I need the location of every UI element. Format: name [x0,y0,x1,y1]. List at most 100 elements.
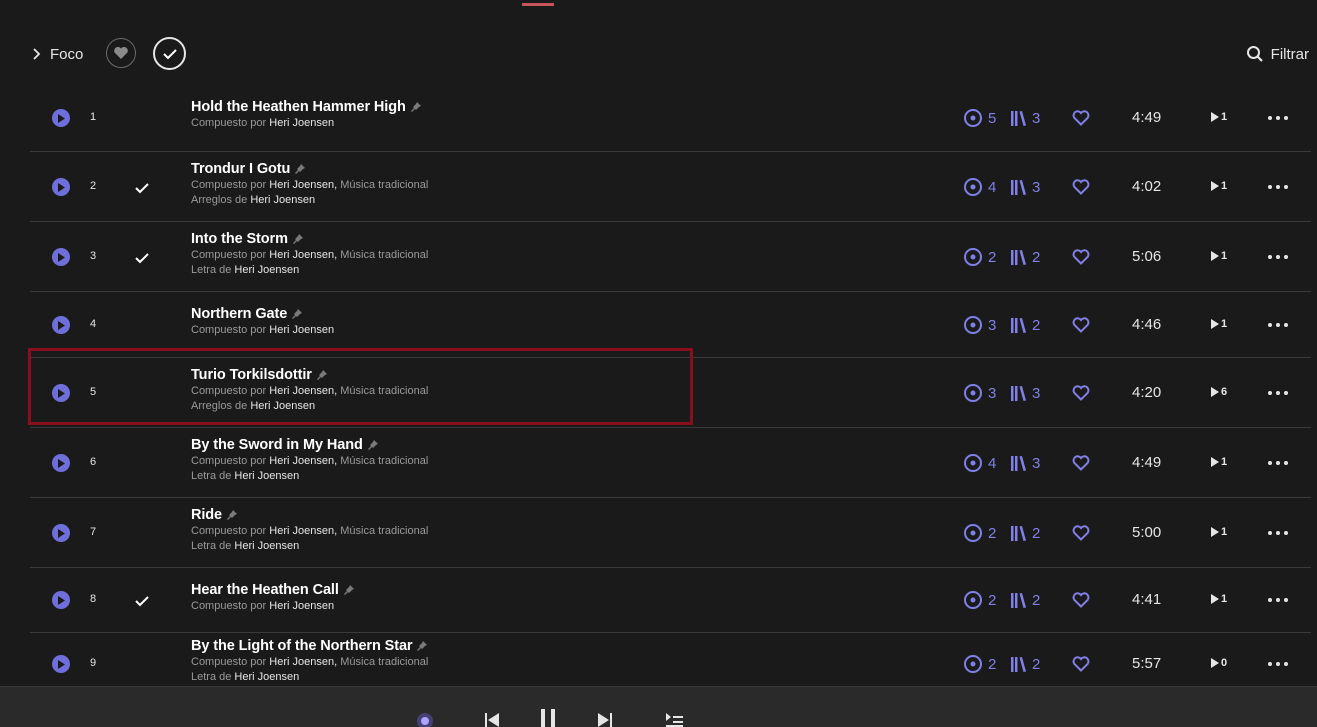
favorite-button[interactable] [1072,524,1090,542]
credit-person[interactable]: Música tradicional [340,525,428,537]
track-row[interactable]: 8 Hear the Heathen Call Compuesto por Heri… [30,568,1311,633]
favorite-button[interactable] [1072,655,1090,673]
more-options-button[interactable] [1268,453,1288,473]
albums-count[interactable]: 2 [1010,655,1040,673]
albums-count[interactable]: 3 [1010,384,1040,402]
favorite-button[interactable] [1072,248,1090,266]
credit-person[interactable]: Música tradicional [340,249,428,261]
track-row[interactable]: 6 By the Sword in My Hand Compuesto por He… [30,428,1311,498]
track-info: By the Light of the Northern Star Compues… [191,637,428,685]
track-title[interactable]: Trondur I Gotu [191,161,290,177]
favorites-filter-button[interactable] [106,38,136,68]
track-row[interactable]: 5 Turio Torkilsdottir Compuesto por Heri J… [30,358,1311,428]
listens-count-value: 3 [988,316,997,334]
credit-person[interactable]: Heri Joensen [269,385,334,397]
credit-person[interactable]: Heri Joensen [269,656,334,668]
favorite-button[interactable] [1072,591,1090,609]
more-options-button[interactable] [1268,177,1288,197]
favorite-button[interactable] [1072,178,1090,196]
credit-person[interactable]: Heri Joensen [250,400,315,412]
track-number: 7 [90,526,97,538]
credit-person[interactable]: Heri Joensen [269,600,334,612]
track-title[interactable]: Hold the Heathen Hammer High [191,99,406,115]
favorite-button[interactable] [1072,384,1090,402]
play-track-button[interactable] [52,178,70,196]
listens-count[interactable]: 5 [964,109,996,127]
filter-button[interactable]: Filtrar [1246,34,1309,74]
credit-person[interactable]: Música tradicional [340,455,428,467]
more-options-button[interactable] [1268,315,1288,335]
queue-icon[interactable] [665,711,683,727]
play-count-icon [1211,112,1219,122]
previous-track-icon[interactable] [484,711,500,727]
listens-count[interactable]: 2 [964,655,996,673]
listens-count[interactable]: 2 [964,591,996,609]
credit-person[interactable]: Heri Joensen [269,455,334,467]
pin-icon [292,234,303,244]
sparkle-icon[interactable] [415,709,435,727]
albums-count[interactable]: 3 [1010,454,1040,472]
listens-count[interactable]: 4 [964,454,996,472]
play-track-button[interactable] [52,591,70,609]
play-track-button[interactable] [52,248,70,266]
more-options-button[interactable] [1268,383,1288,403]
play-track-button[interactable] [52,316,70,334]
track-title[interactable]: Into the Storm [191,231,288,247]
track-row[interactable]: 2 Trondur I Gotu Compuesto por Heri Joense… [30,152,1311,222]
track-title[interactable]: Northern Gate [191,306,287,322]
listens-count[interactable]: 3 [964,384,996,402]
more-options-button[interactable] [1268,247,1288,267]
more-options-button[interactable] [1268,523,1288,543]
more-options-button[interactable] [1268,654,1288,674]
more-icon [1268,391,1288,395]
listens-count[interactable]: 4 [964,178,996,196]
track-row[interactable]: 4 Northern Gate Compuesto por Heri Joensen… [30,292,1311,358]
credit-person[interactable]: Heri Joensen [234,540,299,552]
albums-count[interactable]: 3 [1010,178,1040,196]
track-row[interactable]: 7 Ride Compuesto por Heri Joensen, Música … [30,498,1311,568]
track-row[interactable]: 3 Into the Storm Compuesto por Heri Joense… [30,222,1311,292]
credit-person[interactable]: Heri Joensen [269,525,334,537]
credit-person[interactable]: Heri Joensen [269,324,334,336]
track-title[interactable]: By the Light of the Northern Star [191,638,413,654]
next-track-icon[interactable] [597,711,613,727]
credit-person[interactable]: Heri Joensen [234,470,299,482]
play-track-button[interactable] [52,384,70,402]
albums-count[interactable]: 2 [1010,524,1040,542]
albums-count[interactable]: 2 [1010,316,1040,334]
listens-count[interactable]: 2 [964,524,996,542]
more-options-button[interactable] [1268,108,1288,128]
track-row[interactable]: 1 Hold the Heathen Hammer High Compuesto p… [30,84,1311,152]
albums-count[interactable]: 2 [1010,591,1040,609]
play-track-button[interactable] [52,109,70,127]
credit-person[interactable]: Música tradicional [340,656,428,668]
play-track-button[interactable] [52,655,70,673]
favorite-button[interactable] [1072,316,1090,334]
credit-person[interactable]: Heri Joensen [269,249,334,261]
favorite-button[interactable] [1072,109,1090,127]
albums-count[interactable]: 2 [1010,248,1040,266]
albums-count[interactable]: 3 [1010,109,1040,127]
track-title[interactable]: Turio Torkilsdottir [191,367,312,383]
credit-person[interactable]: Heri Joensen [234,264,299,276]
listens-count[interactable]: 2 [964,248,996,266]
credit-person[interactable]: Heri Joensen [234,671,299,683]
more-options-button[interactable] [1268,590,1288,610]
credit-person[interactable]: Música tradicional [340,179,428,191]
pause-icon[interactable] [539,709,557,727]
track-duration: 4:41 [1132,591,1162,608]
focus-toggle[interactable]: Foco [30,34,83,74]
selected-filter-button[interactable] [153,37,186,70]
favorite-button[interactable] [1072,454,1090,472]
credit-person[interactable]: Música tradicional [340,385,428,397]
credit-line: Compuesto por Heri Joensen, Música tradi… [191,525,429,537]
credit-person[interactable]: Heri Joensen [250,194,315,206]
track-title[interactable]: Ride [191,507,222,523]
track-title[interactable]: By the Sword in My Hand [191,437,363,453]
credit-person[interactable]: Heri Joensen [269,179,334,191]
credit-person[interactable]: Heri Joensen [269,117,334,129]
play-track-button[interactable] [52,524,70,542]
track-title[interactable]: Hear the Heathen Call [191,582,339,598]
listens-count[interactable]: 3 [964,316,996,334]
play-track-button[interactable] [52,454,70,472]
